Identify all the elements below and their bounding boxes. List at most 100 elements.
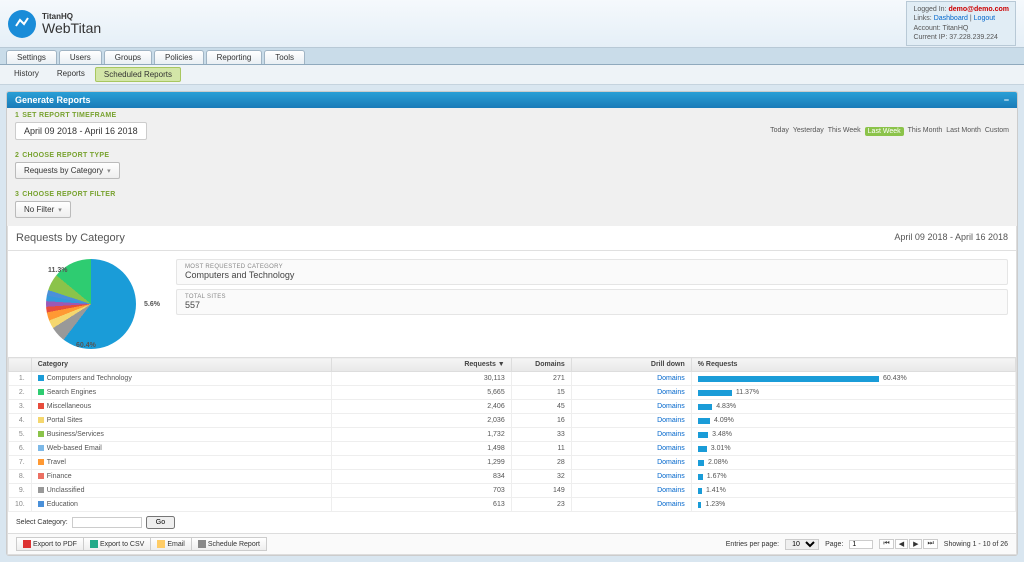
drill-link[interactable]: Domains [657,445,685,452]
first-page-button[interactable]: ⏮ [879,539,893,549]
tab-policies[interactable]: Policies [154,50,204,64]
drill-link[interactable]: Domains [657,473,685,480]
row-domains: 15 [511,386,571,400]
report-date-range: April 09 2018 - April 16 2018 [894,232,1008,244]
col-domains[interactable]: Domains [511,358,571,372]
row-pct: 4.09% [691,414,1015,428]
sub-tab-history[interactable]: History [6,67,47,82]
col-requests[interactable]: Requests ▼ [331,358,511,372]
entries-select[interactable]: 10 [785,539,819,550]
prev-page-button[interactable]: ◀ [895,539,908,549]
table-row: 9.Unclassified703149Domains1.41% [9,484,1016,498]
category-table: Category Requests ▼ Domains Drill down %… [8,357,1016,512]
col-category[interactable]: Category [31,358,331,372]
row-category: Web-based Email [31,442,331,456]
logged-in-label: Logged In: [913,6,946,13]
range-custom[interactable]: Custom [985,127,1009,136]
pdf-icon [23,540,31,548]
row-requests: 2,406 [331,400,511,414]
links-label: Links: [913,15,931,22]
col-drilldown[interactable]: Drill down [571,358,691,372]
row-category: Miscellaneous [31,400,331,414]
range-this-month[interactable]: This Month [908,127,943,136]
schedule-report-button[interactable]: Schedule Report [192,537,267,551]
export-pdf-button[interactable]: Export to PDF [16,537,84,551]
go-button[interactable]: Go [146,516,175,529]
sub-tab-scheduled[interactable]: Scheduled Reports [95,67,181,82]
range-this-week[interactable]: This Week [828,127,861,136]
range-today[interactable]: Today [770,127,789,136]
page-input[interactable] [849,540,873,549]
drill-link[interactable]: Domains [657,431,685,438]
row-requests: 30,113 [331,372,511,386]
range-last-week[interactable]: Last Week [865,127,904,136]
sub-tab-reports[interactable]: Reports [49,67,93,82]
step3-label: Choose Report Filter [22,191,115,198]
brand-logo: TitanHQ WebTitan [8,10,101,38]
row-requests: 1,299 [331,456,511,470]
row-index: 7. [9,456,32,470]
email-icon [157,540,165,548]
row-pct: 1.41% [691,484,1015,498]
row-category: Business/Services [31,428,331,442]
row-requests: 1,732 [331,428,511,442]
row-domains: 11 [511,442,571,456]
drill-link[interactable]: Domains [657,459,685,466]
ip-value: 37.228.239.224 [949,34,998,41]
last-page-button[interactable]: ⏭ [923,539,937,549]
tab-tools[interactable]: Tools [264,50,305,64]
drill-link[interactable]: Domains [657,375,685,382]
row-index: 3. [9,400,32,414]
app-header: TitanHQ WebTitan Logged In: demo@demo.co… [0,0,1024,48]
table-row: 5.Business/Services1,73233Domains3.48% [9,428,1016,442]
account-label: Account: [913,25,940,32]
quick-range-picker: Today Yesterday This Week Last Week This… [770,127,1009,136]
report-type-dropdown[interactable]: Requests by Category [15,162,120,179]
drill-link[interactable]: Domains [657,501,685,508]
row-domains: 28 [511,456,571,470]
showing-text: Showing 1 - 10 of 26 [944,541,1008,548]
row-index: 2. [9,386,32,400]
row-requests: 703 [331,484,511,498]
tab-reporting[interactable]: Reporting [206,50,263,64]
drill-link[interactable]: Domains [657,389,685,396]
dashboard-link[interactable]: Dashboard [934,15,968,22]
next-page-button[interactable]: ▶ [909,539,922,549]
row-category: Unclassified [31,484,331,498]
entries-label: Entries per page: [726,541,779,548]
row-index: 6. [9,442,32,456]
panel-title: Generate Reports [15,95,91,105]
table-row: 10.Education61323Domains1.23% [9,498,1016,512]
email-button[interactable]: Email [151,537,192,551]
drill-link[interactable]: Domains [657,417,685,424]
tab-groups[interactable]: Groups [104,50,152,64]
drill-link[interactable]: Domains [657,487,685,494]
report-panel: Generate Reports − 1Set Report Timeframe… [6,91,1018,556]
table-row: 8.Finance83432Domains1.67% [9,470,1016,484]
report-title: Requests by Category [16,232,125,244]
export-csv-button[interactable]: Export to CSV [84,537,151,551]
user-name-link[interactable]: demo@demo.com [948,6,1009,13]
timeframe-value[interactable]: April 09 2018 - April 16 2018 [15,122,147,140]
row-pct: 1.67% [691,470,1015,484]
ip-label: Current IP: [913,34,947,41]
logout-link[interactable]: Logout [974,15,995,22]
most-requested-value: Computers and Technology [185,270,999,280]
select-category-input[interactable] [72,517,142,528]
row-requests: 834 [331,470,511,484]
row-domains: 16 [511,414,571,428]
range-last-month[interactable]: Last Month [946,127,981,136]
minimize-icon[interactable]: − [1004,95,1009,105]
row-pct: 3.01% [691,442,1015,456]
range-yesterday[interactable]: Yesterday [793,127,824,136]
pie-label-1: 11.3% [48,267,67,274]
col-pct[interactable]: % Requests [691,358,1015,372]
drill-link[interactable]: Domains [657,403,685,410]
report-filter-dropdown[interactable]: No Filter [15,201,71,218]
row-category: Finance [31,470,331,484]
row-pct: 4.83% [691,400,1015,414]
tab-users[interactable]: Users [59,50,102,64]
tab-settings[interactable]: Settings [6,50,57,64]
row-pct: 1.23% [691,498,1015,512]
brand-main: WebTitan [42,21,101,35]
